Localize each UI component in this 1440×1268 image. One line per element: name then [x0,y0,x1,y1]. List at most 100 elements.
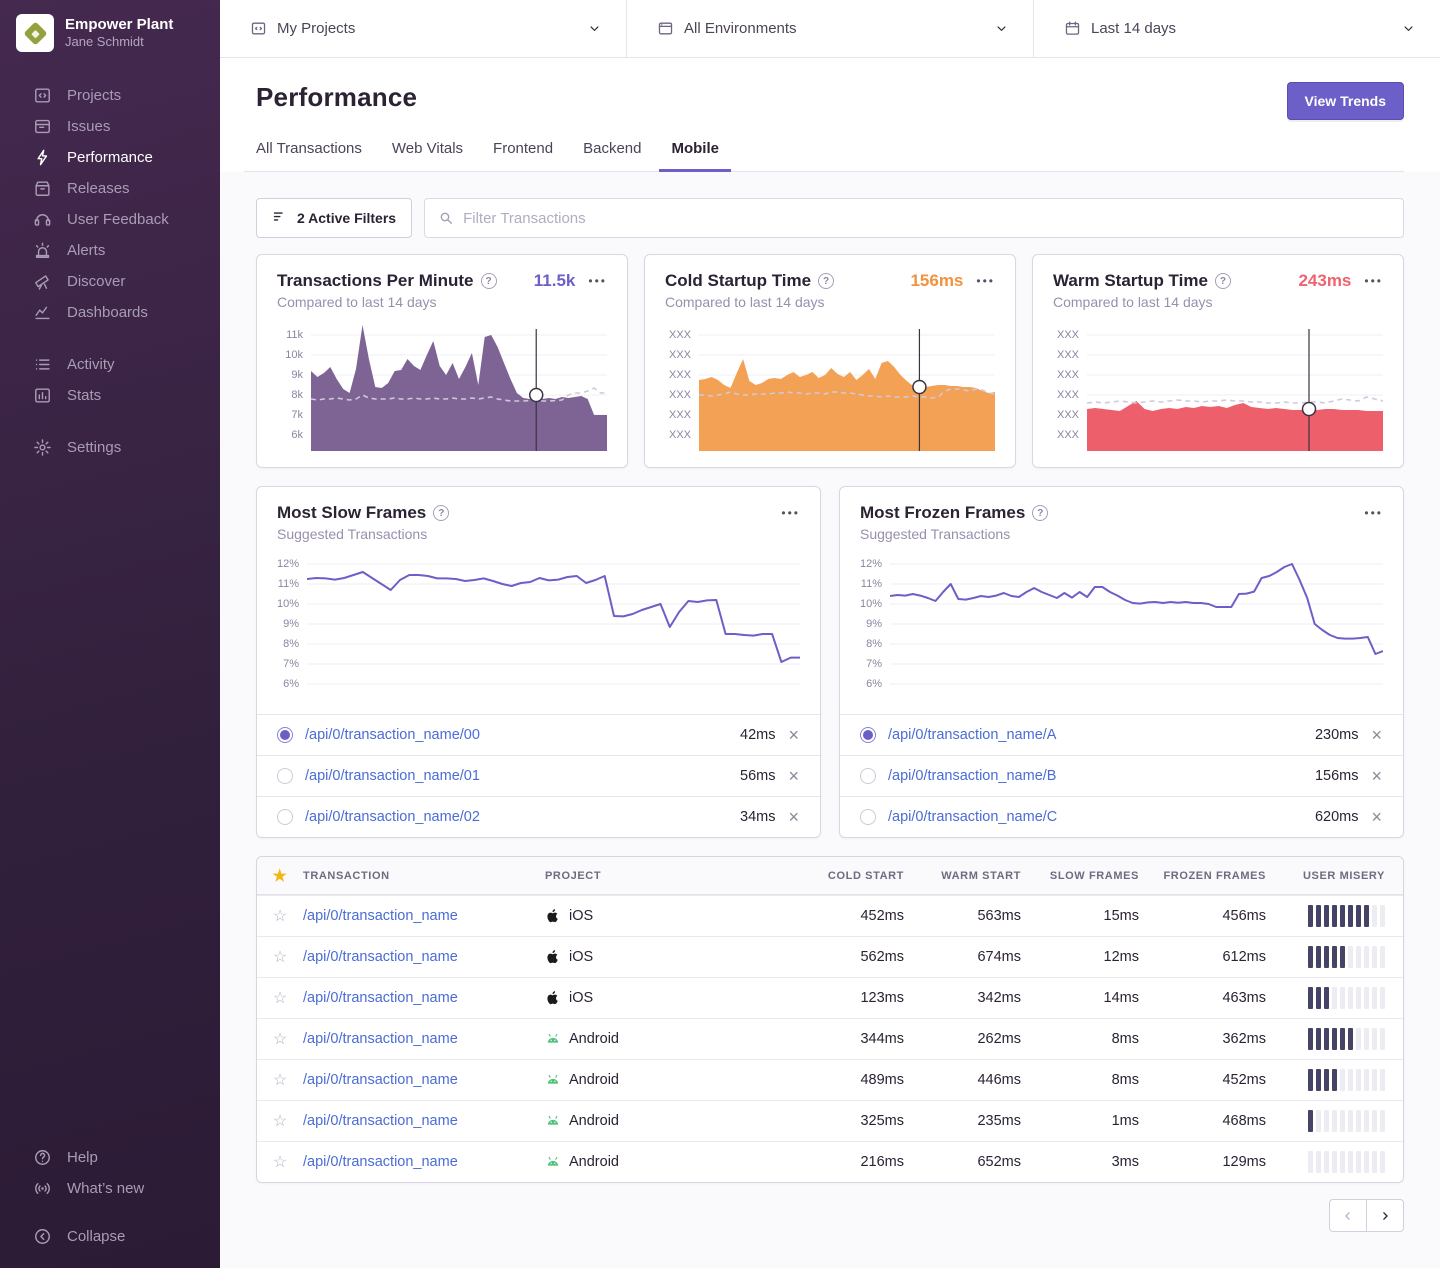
pagination [256,1199,1404,1260]
sidebar-item-projects[interactable]: Projects [0,80,220,111]
transaction-link[interactable]: /api/0/transaction_name [303,908,458,924]
chart-plot [1087,323,1383,451]
stat-card-chart: 11k10k9k8k7k6k [277,323,607,451]
transaction-link[interactable]: /api/0/transaction_name/B [888,768,1056,784]
y-tick-label: 8k [291,389,303,401]
star-toggle-icon[interactable]: ☆ [257,1152,303,1172]
transaction-link[interactable]: /api/0/transaction_name/01 [305,768,480,784]
star-column-header-icon[interactable]: ★ [257,866,303,886]
sidebar-item-user-feedback[interactable]: User Feedback [0,204,220,235]
tab-backend[interactable]: Backend [571,140,653,172]
sidebar-item-releases[interactable]: Releases [0,173,220,204]
sidebar-item-activity[interactable]: Activity [0,349,220,380]
star-toggle-icon[interactable]: ☆ [257,947,303,967]
transaction-duration: 42ms [740,727,775,743]
close-icon[interactable]: × [1370,808,1383,826]
help-icon[interactable]: ? [433,505,449,521]
close-icon[interactable]: × [1370,767,1383,785]
sidebar-item-settings[interactable]: Settings [0,432,220,463]
column-header-transaction[interactable]: TRANSACTION [303,870,545,882]
help-icon[interactable]: ? [481,273,497,289]
org-switcher[interactable]: Empower Plant Jane Schmidt [16,14,204,52]
sidebar-collapse-button[interactable]: Collapse [0,1221,220,1252]
tab-mobile[interactable]: Mobile [659,140,731,172]
sidebar-item-help[interactable]: Help [0,1142,220,1173]
transaction-link[interactable]: /api/0/transaction_name [303,949,458,965]
sidebar-item-performance[interactable]: Performance [0,142,220,173]
sidebar-item-discover[interactable]: Discover [0,266,220,297]
y-tick-label: XXX [669,389,691,401]
column-header-project[interactable]: PROJECT [545,870,799,882]
column-header-warm-start[interactable]: WARM START [904,870,1021,882]
page-title: Performance [256,82,417,113]
table-row: ☆/api/0/transaction_nameAndroid489ms446m… [257,1059,1403,1100]
dropdown-my-projects[interactable]: My Projects [220,0,626,57]
sidebar-item-issues[interactable]: Issues [0,111,220,142]
more-options-icon[interactable]: ••• [781,507,800,519]
settings-icon [33,438,52,457]
transaction-link[interactable]: /api/0/transaction_name [303,990,458,1006]
transaction-link[interactable]: /api/0/transaction_name/C [888,809,1057,825]
active-filters-button[interactable]: 2 Active Filters [256,198,412,238]
column-header-slow-frames[interactable]: SLOW FRAMES [1021,870,1139,882]
help-icon[interactable]: ? [1215,273,1231,289]
search-box[interactable] [424,198,1404,238]
search-input[interactable] [463,210,1390,227]
star-toggle-icon[interactable]: ☆ [257,1029,303,1049]
stat-card-cold-startup-time: Cold Startup Time?156ms•••Compared to la… [644,254,1016,468]
transaction-link[interactable]: /api/0/transaction_name [303,1031,458,1047]
star-toggle-icon[interactable]: ☆ [257,988,303,1008]
close-icon[interactable]: × [787,767,800,785]
transaction-link[interactable]: /api/0/transaction_name [303,1113,458,1129]
transaction-link[interactable]: /api/0/transaction_name [303,1154,458,1170]
issues-icon [33,117,52,136]
dropdown-last-14-days[interactable]: Last 14 days [1033,0,1440,57]
transaction-radio[interactable] [860,727,876,743]
column-header-frozen-frames[interactable]: FROZEN FRAMES [1139,870,1266,882]
misery-bar [1308,987,1313,1009]
transaction-link[interactable]: /api/0/transaction_name/00 [305,727,480,743]
user-misery-score [1266,987,1403,1009]
transaction-link[interactable]: /api/0/transaction_name [303,1072,458,1088]
star-toggle-icon[interactable]: ☆ [257,906,303,926]
tab-all-transactions[interactable]: All Transactions [244,140,374,172]
frozen-frames-value: 452ms [1139,1072,1266,1088]
misery-bar [1340,1151,1345,1173]
more-options-icon[interactable]: ••• [1364,275,1383,287]
list-item: /api/0/transaction_name/0156ms× [257,755,820,796]
list-item: /api/0/transaction_name/A230ms× [840,714,1403,755]
transaction-link[interactable]: /api/0/transaction_name/02 [305,809,480,825]
sidebar-item-stats[interactable]: Stats [0,380,220,411]
sidebar-item-what-s-new[interactable]: What’s new [0,1173,220,1204]
help-icon[interactable]: ? [818,273,834,289]
misery-bar [1316,1151,1321,1173]
next-page-button[interactable] [1366,1199,1404,1232]
transaction-radio[interactable] [277,727,293,743]
close-icon[interactable]: × [787,726,800,744]
transaction-radio[interactable] [277,809,293,825]
close-icon[interactable]: × [1370,726,1383,744]
transaction-link[interactable]: /api/0/transaction_name/A [888,727,1056,743]
cold-start-value: 344ms [799,1031,904,1047]
star-toggle-icon[interactable]: ☆ [257,1070,303,1090]
cold-start-value: 452ms [799,908,904,924]
more-options-icon[interactable]: ••• [976,275,995,287]
dropdown-all-environments[interactable]: All Environments [626,0,1033,57]
view-trends-button[interactable]: View Trends [1287,82,1404,120]
sidebar-item-dashboards[interactable]: Dashboards [0,297,220,328]
stat-card-value: 243ms [1298,271,1351,291]
previous-page-button[interactable] [1329,1199,1367,1232]
transaction-radio[interactable] [860,768,876,784]
tab-frontend[interactable]: Frontend [481,140,565,172]
star-toggle-icon[interactable]: ☆ [257,1111,303,1131]
transaction-radio[interactable] [277,768,293,784]
tab-web-vitals[interactable]: Web Vitals [380,140,475,172]
close-icon[interactable]: × [787,808,800,826]
transaction-radio[interactable] [860,809,876,825]
sidebar-item-alerts[interactable]: Alerts [0,235,220,266]
more-options-icon[interactable]: ••• [1364,507,1383,519]
column-header-cold-start[interactable]: COLD START [799,870,904,882]
help-icon[interactable]: ? [1032,505,1048,521]
column-header-user-misery[interactable]: USER MISERY [1266,870,1403,882]
more-options-icon[interactable]: ••• [588,275,607,287]
